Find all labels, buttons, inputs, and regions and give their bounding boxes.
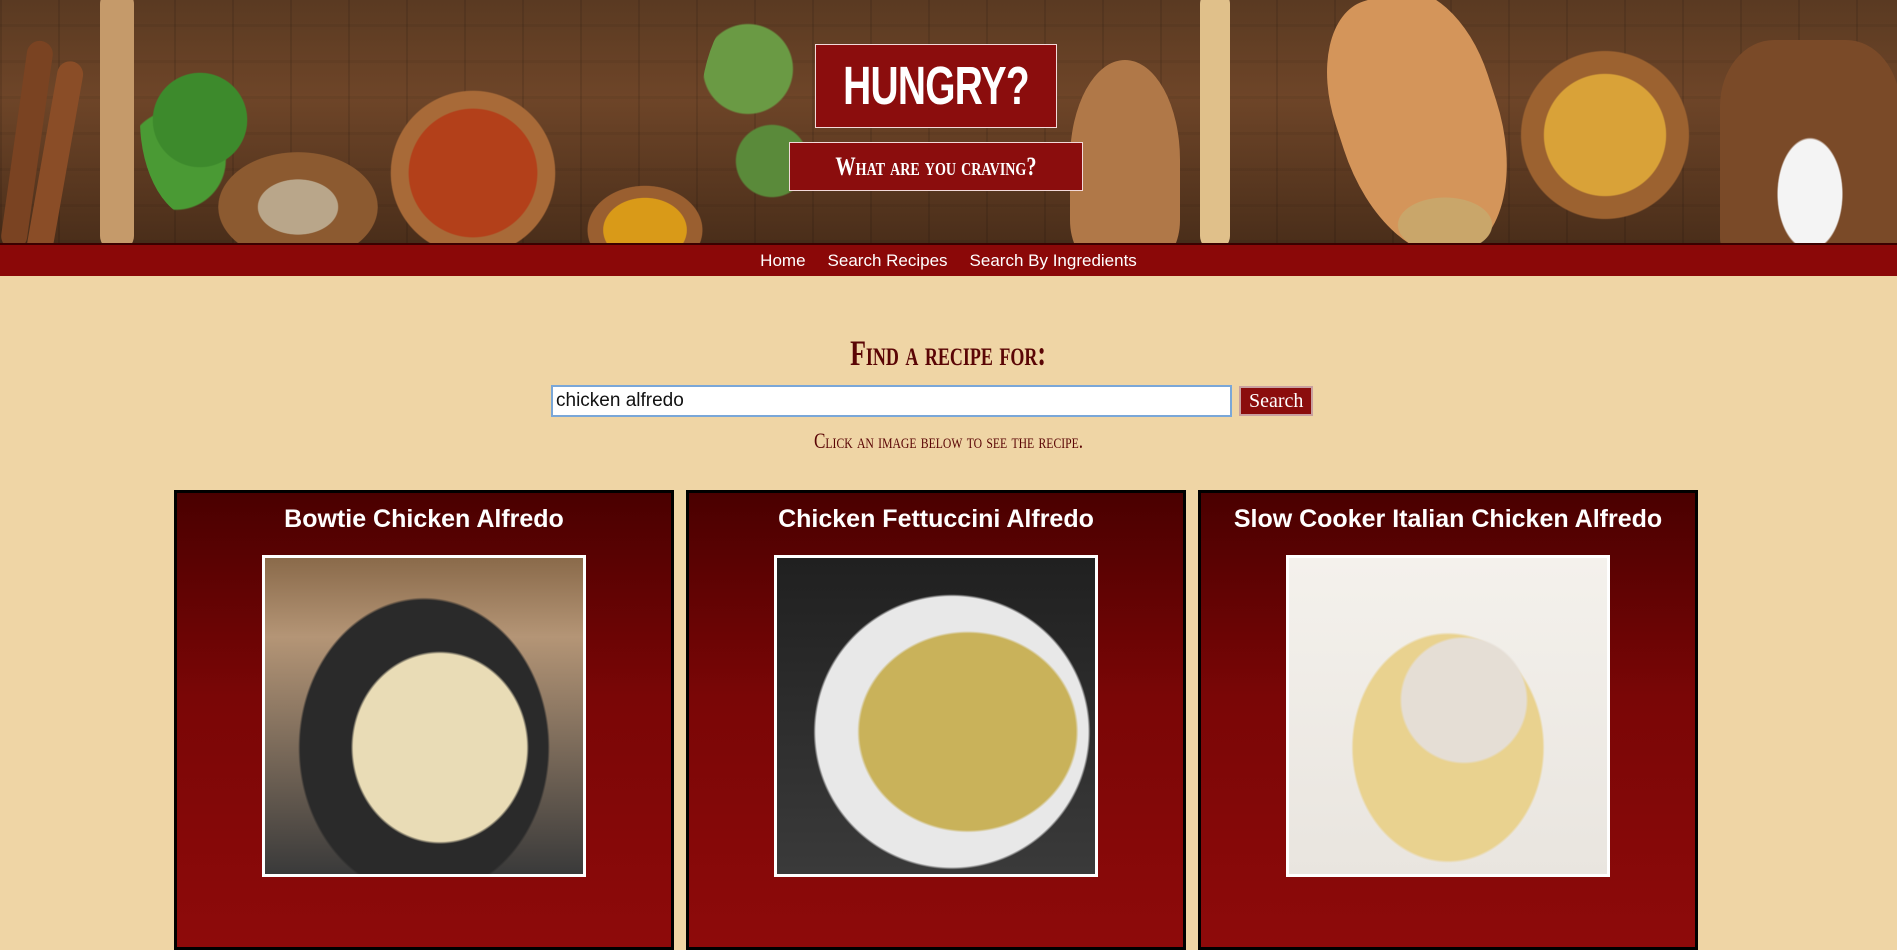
main-nav: Home Search Recipes Search By Ingredient… xyxy=(0,243,1897,276)
recipe-card-image[interactable] xyxy=(774,555,1098,877)
site-subtitle-box: What are you craving? xyxy=(789,142,1083,191)
nav-item-search-recipes[interactable]: Search Recipes xyxy=(828,251,948,271)
search-input[interactable] xyxy=(551,385,1232,417)
site-title: HUNGRY? xyxy=(843,56,1029,116)
results-hint-text: Click an image below to see the recipe. xyxy=(813,428,1084,453)
turmeric-bowl-decoration xyxy=(580,180,710,243)
curry-bowl-decoration xyxy=(1510,40,1700,230)
wooden-stick-decoration xyxy=(100,0,134,243)
search-form: Search xyxy=(551,385,1314,417)
recipe-card-title: Bowtie Chicken Alfredo xyxy=(284,505,564,533)
find-recipe-heading-text: Find a recipe for: xyxy=(850,333,1047,373)
recipe-card[interactable]: Bowtie Chicken Alfredo xyxy=(174,490,674,950)
recipe-card-image[interactable] xyxy=(1286,555,1610,877)
results-hint: Click an image below to see the recipe. xyxy=(0,428,1897,454)
site-subtitle: What are you craving? xyxy=(835,151,1037,181)
nav-item-home[interactable]: Home xyxy=(760,251,805,271)
herb-decoration xyxy=(700,0,820,230)
results-grid: Bowtie Chicken Alfredo Chicken Fettuccin… xyxy=(174,490,1698,950)
wooden-spoon-decoration xyxy=(1070,60,1180,243)
search-button[interactable]: Search xyxy=(1239,386,1314,416)
recipe-card-title: Chicken Fettuccini Alfredo xyxy=(778,505,1094,533)
salt-scoop-decoration xyxy=(1720,40,1897,243)
recipe-card[interactable]: Slow Cooker Italian Chicken Alfredo xyxy=(1198,490,1698,950)
hero-banner: HUNGRY? What are you craving? xyxy=(0,0,1897,243)
wooden-stick-decoration xyxy=(1200,0,1230,243)
recipe-card[interactable]: Chicken Fettuccini Alfredo xyxy=(686,490,1186,950)
find-recipe-heading: Find a recipe for: xyxy=(0,332,1897,374)
recipe-card-image[interactable] xyxy=(262,555,586,877)
recipe-card-title: Slow Cooker Italian Chicken Alfredo xyxy=(1233,505,1663,533)
site-title-box: HUNGRY? xyxy=(815,44,1057,128)
nav-item-search-by-ingredients[interactable]: Search By Ingredients xyxy=(970,251,1137,271)
chili-bowl-decoration xyxy=(378,88,568,243)
